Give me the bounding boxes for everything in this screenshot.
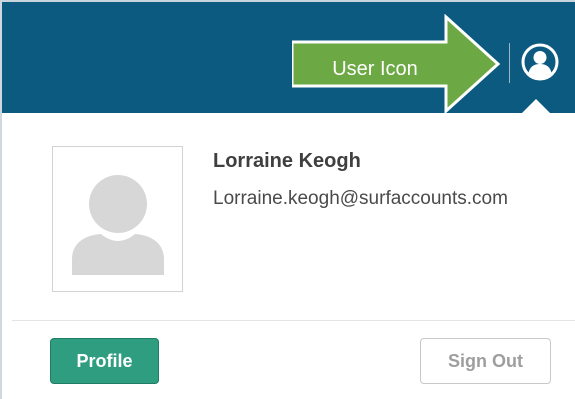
callout-label: User Icon xyxy=(332,58,418,80)
window-top-border xyxy=(0,0,575,2)
header-separator xyxy=(509,43,510,83)
dropdown-caret xyxy=(521,99,551,114)
user-circle-icon[interactable] xyxy=(520,42,560,82)
user-email: Lorraine.keogh@surfaccounts.com xyxy=(213,188,508,209)
profile-button[interactable]: Profile xyxy=(50,338,159,384)
window-left-border xyxy=(0,0,2,399)
user-icon-callout-arrow: User Icon xyxy=(292,14,502,114)
sign-out-button[interactable]: Sign Out xyxy=(420,338,551,384)
user-name: Lorraine Keogh xyxy=(213,150,361,172)
default-avatar-icon xyxy=(52,146,183,292)
panel-divider xyxy=(12,320,575,321)
